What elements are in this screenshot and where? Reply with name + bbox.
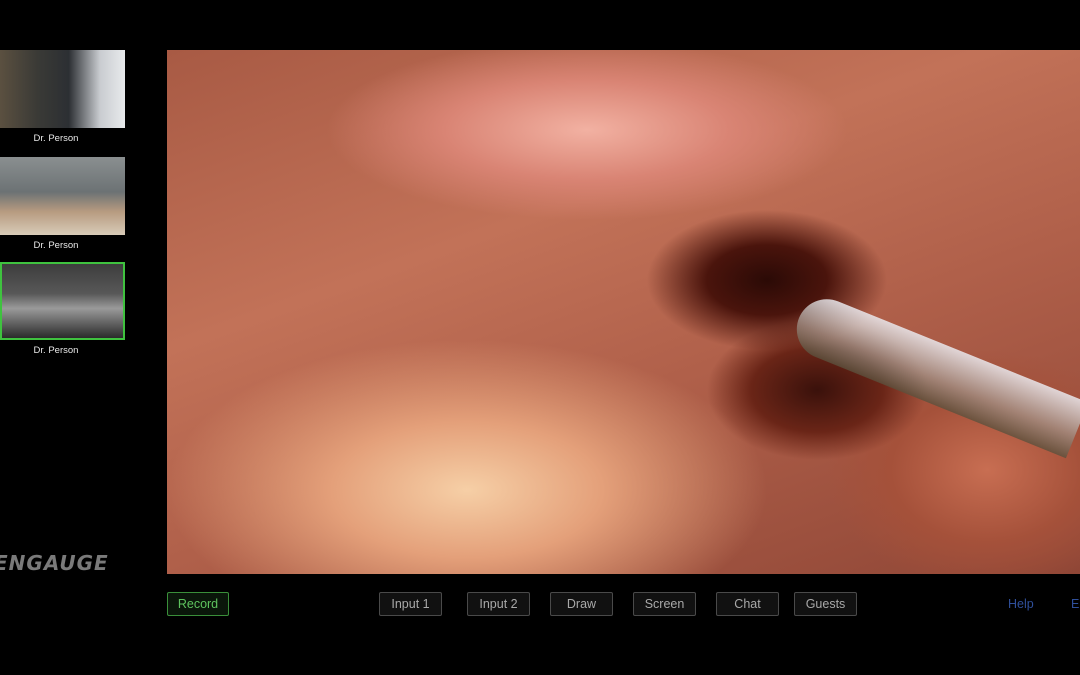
- input-1-button[interactable]: Input 1: [379, 592, 442, 616]
- screen-button[interactable]: Screen: [633, 592, 696, 616]
- participant-name: Dr. Person: [33, 345, 79, 356]
- main-video-feed: [167, 50, 1080, 574]
- brand-logo: ENGAUGE: [0, 551, 109, 575]
- help-link[interactable]: Help: [1008, 597, 1034, 611]
- chat-button[interactable]: Chat: [716, 592, 779, 616]
- guests-button[interactable]: Guests: [794, 592, 857, 616]
- participant-name: Dr. Person: [33, 240, 79, 251]
- record-button[interactable]: Record: [167, 592, 229, 616]
- participant-video-2: [0, 157, 125, 235]
- participant-video-3: [0, 262, 125, 340]
- exit-link[interactable]: E: [1071, 597, 1079, 611]
- participant-tile-1[interactable]: Dr. Person: [0, 50, 126, 144]
- participant-tile-2[interactable]: Dr. Person: [0, 157, 126, 251]
- participant-name: Dr. Person: [33, 133, 79, 144]
- surgical-instrument: [787, 290, 1080, 459]
- participant-tile-3[interactable]: Dr. Person: [0, 262, 126, 356]
- input-2-button[interactable]: Input 2: [467, 592, 530, 616]
- control-toolbar: Record Input 1 Input 2 Draw Screen Chat …: [0, 592, 1080, 618]
- draw-button[interactable]: Draw: [550, 592, 613, 616]
- participant-video-1: [0, 50, 125, 128]
